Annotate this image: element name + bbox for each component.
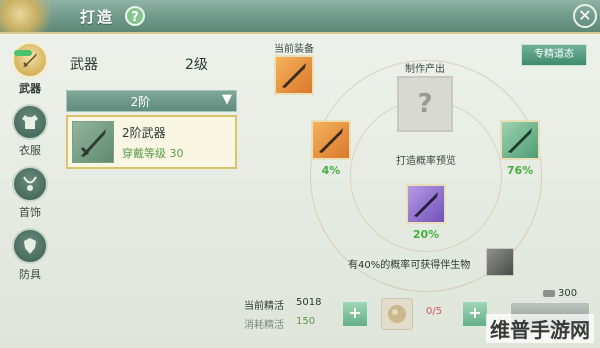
output-label: 制作产出 bbox=[405, 64, 445, 75]
list-item[interactable]: 2阶武器 穿戴等级 30 bbox=[66, 115, 237, 169]
chevron-down-icon: ▼ bbox=[222, 92, 232, 107]
new-badge bbox=[14, 50, 32, 56]
ingot-icon bbox=[543, 289, 555, 297]
exclusive-button[interactable]: 专精道态 bbox=[521, 44, 587, 66]
tier-dropdown[interactable]: 2阶 ▼ bbox=[66, 90, 237, 112]
nav-item-jewelry[interactable]: 首饰 bbox=[6, 166, 54, 222]
sword-icon bbox=[12, 42, 48, 78]
category-label: 武器 bbox=[70, 57, 98, 73]
current-energy-label: 当前精活 bbox=[244, 301, 284, 312]
add-button[interactable]: + bbox=[342, 301, 368, 327]
page-title: 打造 bbox=[80, 8, 115, 26]
current-equip-label: 当前装备 bbox=[274, 44, 314, 55]
nav-label: 首饰 bbox=[19, 206, 41, 219]
outcome-pct: 20% bbox=[412, 228, 440, 241]
armor-icon bbox=[12, 104, 48, 140]
coin-cost: 300 bbox=[543, 288, 577, 299]
current-equip-slot[interactable] bbox=[274, 55, 314, 95]
nav-item-armor[interactable]: 衣服 bbox=[6, 104, 54, 160]
current-energy-value: 5018 bbox=[296, 297, 322, 308]
item-name: 2阶武器 bbox=[122, 126, 166, 140]
material-slot[interactable] bbox=[381, 298, 413, 330]
sword-item-icon bbox=[72, 121, 114, 163]
nav-label: 武器 bbox=[19, 82, 41, 95]
category-nav: 武器 衣服 首饰 防具 bbox=[0, 34, 60, 294]
preview-label: 打造概率预览 bbox=[396, 156, 456, 167]
cost-energy-value: 150 bbox=[296, 316, 316, 327]
cost-energy-label: 消耗精活 bbox=[244, 320, 284, 331]
nav-label: 衣服 bbox=[19, 144, 41, 157]
nav-item-weapon[interactable]: 武器 bbox=[6, 42, 54, 98]
material-count: 0/5 bbox=[426, 306, 443, 317]
companion-item-icon[interactable] bbox=[486, 248, 514, 276]
necklace-icon bbox=[12, 166, 48, 202]
close-icon[interactable]: ✕ bbox=[573, 4, 597, 28]
nav-item-defense[interactable]: 防具 bbox=[6, 228, 54, 284]
tier-label: 2阶 bbox=[130, 95, 151, 109]
item-requirement: 穿戴等级 30 bbox=[122, 147, 184, 160]
outcome-slot-orange[interactable] bbox=[311, 120, 351, 160]
unknown-output-slot: ? bbox=[397, 76, 453, 132]
watermark: 维普手游网 bbox=[486, 314, 594, 343]
outcome-pct: 4% bbox=[321, 164, 341, 177]
add-material-button[interactable]: + bbox=[462, 301, 488, 327]
coin-value: 300 bbox=[558, 288, 578, 299]
outcome-pct: 76% bbox=[506, 164, 534, 177]
companion-text: 有40%的概率可获得伴生物 bbox=[348, 260, 471, 271]
shield-icon bbox=[12, 228, 48, 264]
dragon-ornament-icon bbox=[0, 0, 70, 32]
crafting-screen: 打造 ? ✕ 武器 衣服 首饰 防具 武器 2级 2阶 ▼ 2阶武器 穿戴等级 … bbox=[0, 0, 600, 348]
outcome-slot-purple[interactable] bbox=[406, 184, 446, 224]
title-bar: 打造 ? ✕ bbox=[0, 0, 600, 34]
help-icon[interactable]: ? bbox=[125, 6, 145, 26]
outcome-slot-green[interactable] bbox=[500, 120, 540, 160]
level-label: 2级 bbox=[185, 57, 208, 73]
nav-label: 防具 bbox=[19, 268, 41, 281]
